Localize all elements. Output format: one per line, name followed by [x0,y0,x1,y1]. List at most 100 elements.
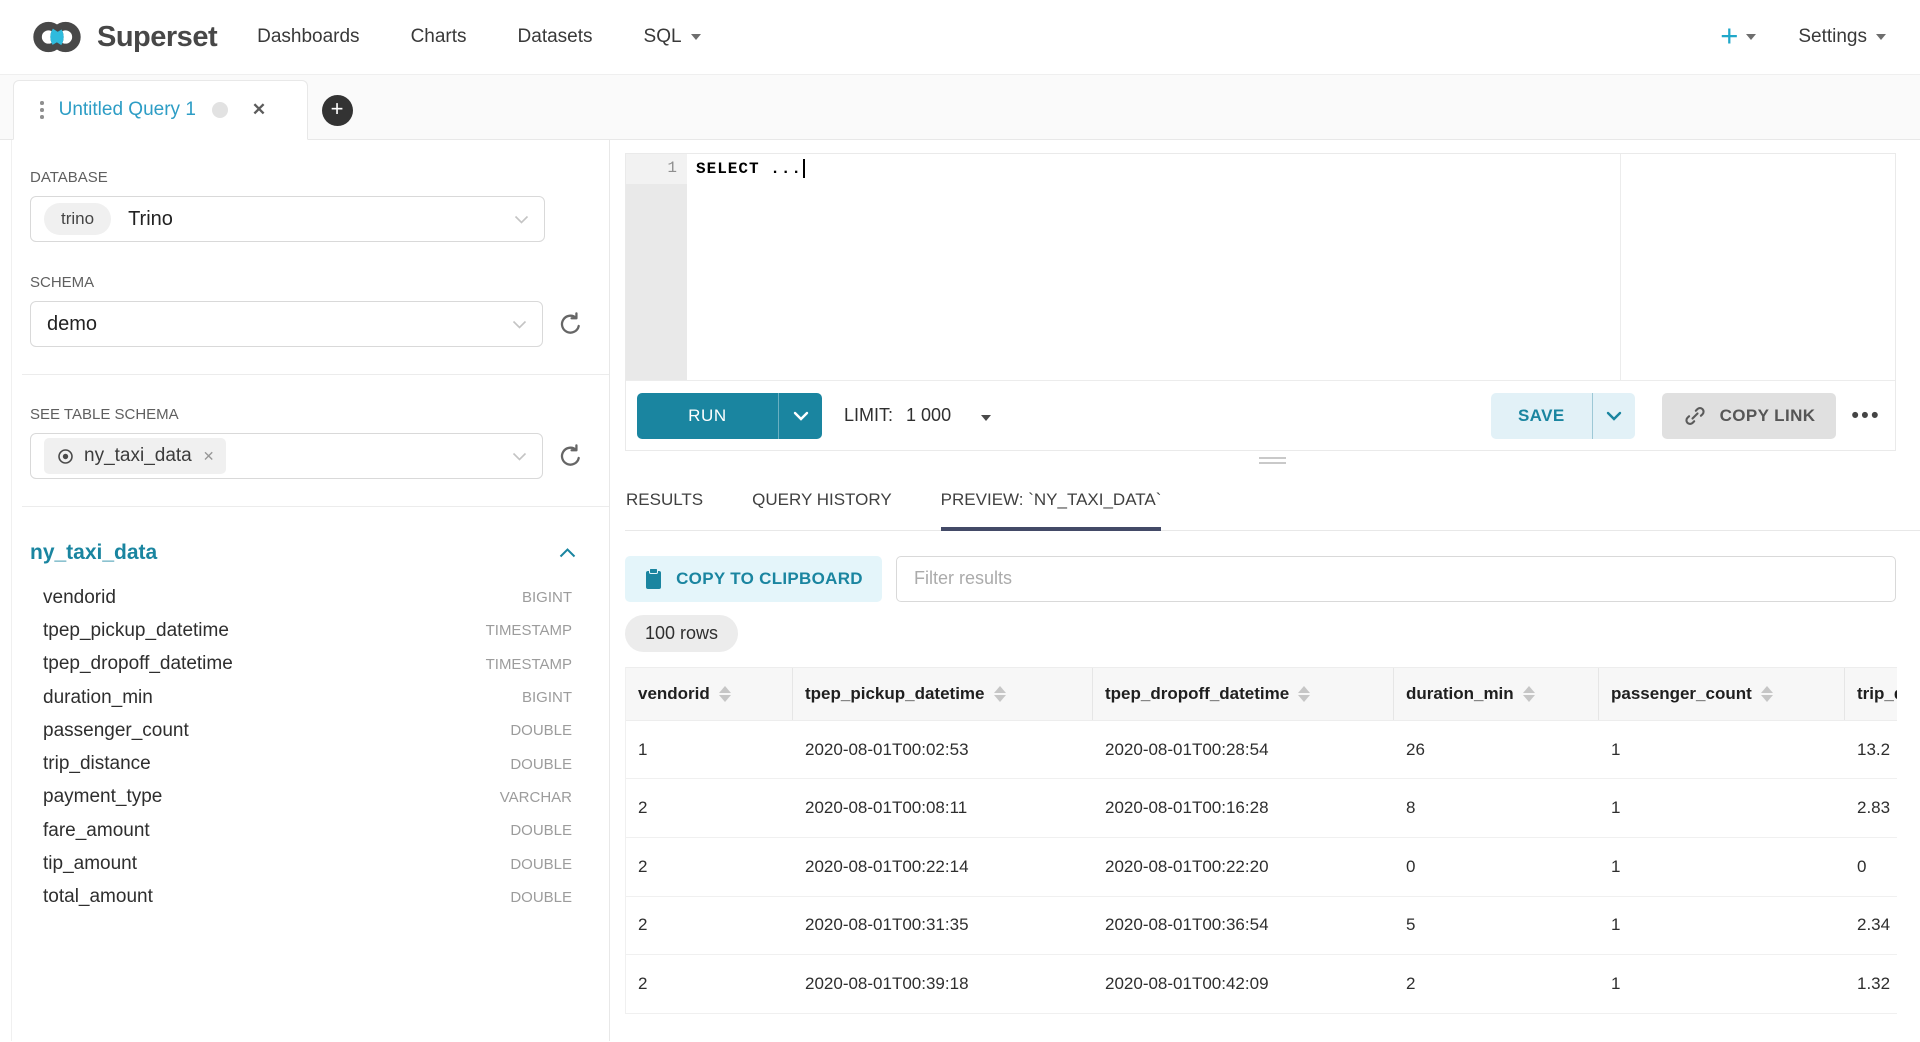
table-cell: 2020-08-01T00:22:14 [793,838,1093,896]
superset-logo[interactable]: Superset [30,19,217,55]
chevron-down-icon [512,320,527,329]
column-name: payment_type [43,786,162,808]
results-tabs: RESULTS QUERY HISTORY PREVIEW: `NY_TAXI_DA… [625,490,1920,531]
chevron-down-icon [1876,34,1886,40]
sql-editor[interactable]: 1 SELECT ... [626,154,1895,380]
pane-resize-handle[interactable] [1259,457,1286,464]
database-select[interactable]: trino Trino [30,196,545,242]
table-cell: 0 [1394,838,1599,896]
sort-icon[interactable] [994,686,1006,703]
print-margin-line [1620,154,1621,380]
filter-results-input[interactable] [896,556,1896,602]
table-cell: 5 [1394,897,1599,955]
column-type: BIGINT [522,589,572,606]
column-name: vendorid [43,587,116,609]
query-tab-title[interactable]: Untitled Query 1 [59,99,196,121]
table-cell: 1 [1599,838,1845,896]
remove-table-icon[interactable]: ✕ [203,448,215,465]
schema-column-row: payment_type VARCHAR [30,781,585,814]
close-tab-icon[interactable]: ✕ [252,100,266,120]
column-header-label: vendorid [638,684,710,704]
table-cell: 2 [626,779,793,837]
drag-handle-icon[interactable] [40,101,44,118]
sort-icon[interactable] [1761,686,1773,703]
table-cell: 1.32 [1845,955,1897,1013]
table-cell: 2 [626,897,793,955]
table-schema-select[interactable]: ny_taxi_data ✕ [30,433,543,479]
selected-table-name: ny_taxi_data [84,445,192,467]
settings-menu[interactable]: Settings [1798,26,1886,48]
table-row: 22020-08-01T00:22:142020-08-01T00:22:200… [626,838,1897,897]
column-name: total_amount [43,886,153,908]
nav-item-charts[interactable]: Charts [411,26,467,48]
nav-item-label: Datasets [518,26,593,48]
run-button[interactable]: RUN [637,393,822,439]
results-table: vendorid tpep_pickup_datetimetpep_dropoff… [625,667,1897,1014]
schema-column-row: fare_amountDOUBLE [30,814,585,847]
column-header-duration_min[interactable]: duration_min [1394,668,1599,720]
results-tab-query-history[interactable]: QUERY HISTORY [752,490,892,530]
more-options-button[interactable]: ••• [1851,404,1881,428]
column-header-tpep_pickup_datetime[interactable]: tpep_pickup_datetime [793,668,1093,720]
save-label: SAVE [1491,393,1592,439]
nav-item-label: Charts [411,26,467,48]
sort-icon[interactable] [1523,686,1535,703]
editor-code-area[interactable]: SELECT ... [687,154,1895,380]
column-type: TIMESTAMP [486,656,572,673]
run-options-button[interactable] [778,393,822,439]
limit-value: 1 000 [906,405,951,425]
divider [22,374,609,375]
refresh-tables-button[interactable] [556,442,585,471]
table-cell: 2020-08-01T00:31:35 [793,897,1093,955]
sort-icon[interactable] [1298,686,1310,703]
column-name: tpep_pickup_datetime [43,620,229,642]
table-cell: 1 [1599,721,1845,779]
sort-icon[interactable] [719,686,731,703]
column-type: DOUBLE [510,822,572,839]
results-tab-preview[interactable]: PREVIEW: `NY_TAXI_DATA` [941,490,1162,530]
results-tab-results[interactable]: RESULTS [626,490,703,530]
column-type: VARCHAR [500,789,572,806]
table-cell: 2.83 [1845,779,1897,837]
table-schema-title[interactable]: ny_taxi_data [30,541,157,565]
refresh-schemas-button[interactable] [556,310,585,339]
see-table-schema-label: SEE TABLE SCHEMA [30,406,585,423]
table-cell: 2020-08-01T00:02:53 [793,721,1093,779]
copy-to-clipboard-button[interactable]: COPY TO CLIPBOARD [625,556,882,602]
schema-label: SCHEMA [30,274,585,291]
limit-dropdown[interactable]: LIMIT: 1 000 [844,405,991,426]
nav-item-datasets[interactable]: Datasets [518,26,593,48]
save-options-button[interactable] [1592,393,1635,439]
results-table-header: vendorid tpep_pickup_datetimetpep_dropoff… [626,667,1897,721]
database-badge: trino [44,203,111,235]
nav-item-sql[interactable]: SQL [644,26,701,48]
table-cell: 1 [1599,897,1845,955]
table-cell: 13.2 [1845,721,1897,779]
column-type: DOUBLE [510,889,572,906]
schema-select[interactable]: demo [30,301,543,347]
copy-link-button[interactable]: COPY LINK [1662,393,1837,439]
editor-toolbar: RUN LIMIT: 1 000 SAVE [626,380,1895,450]
add-tab-button[interactable]: + [308,80,366,140]
table-cell: 0 [1845,838,1897,896]
schema-column-row: tip_amountDOUBLE [30,847,585,880]
brand-name: Superset [97,21,217,54]
new-item-button[interactable]: + [1720,24,1756,51]
column-header-trip_distance[interactable]: trip_distance [1845,668,1897,720]
collapse-icon[interactable] [559,548,576,558]
column-header-label: duration_min [1406,684,1514,704]
settings-label: Settings [1798,26,1867,48]
table-cell: 2 [626,955,793,1013]
schema-column-row: tpep_dropoff_datetimeTIMESTAMP [30,648,585,681]
database-value: Trino [128,208,173,231]
query-tab-active[interactable]: Untitled Query 1 ✕ [13,80,308,140]
column-header-tpep_dropoff_datetime[interactable]: tpep_dropoff_datetime [1093,668,1394,720]
chevron-down-icon [1608,413,1620,419]
nav-item-dashboards[interactable]: Dashboards [257,26,359,48]
save-button[interactable]: SAVE [1491,393,1635,439]
column-name: passenger_count [43,720,189,742]
column-header-passenger_count[interactable]: passenger_count [1599,668,1845,720]
refresh-icon [556,310,585,339]
selected-table-pill[interactable]: ny_taxi_data ✕ [44,438,226,474]
column-header-vendorid[interactable]: vendorid [626,668,793,720]
